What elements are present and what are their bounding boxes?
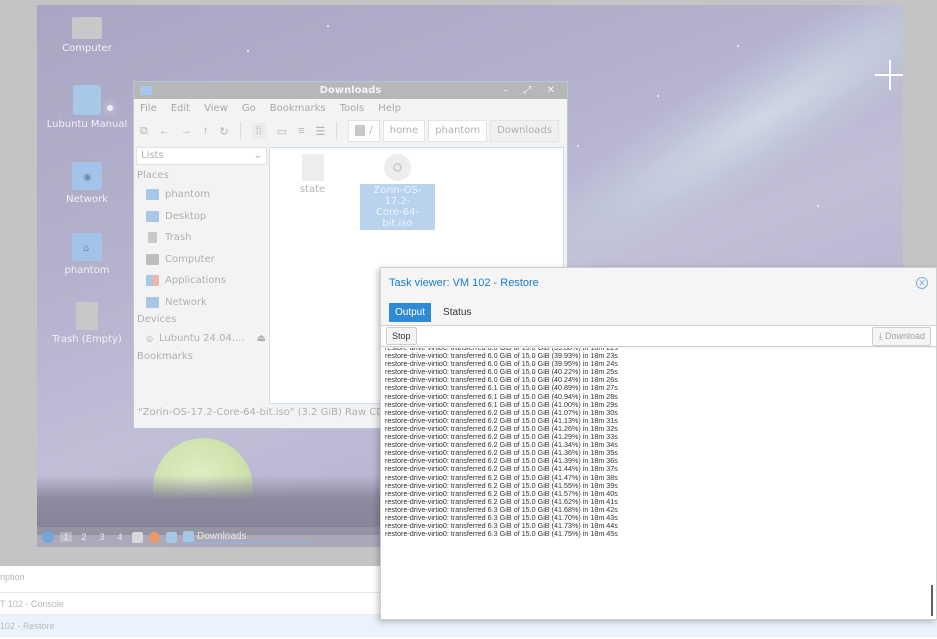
toolbar-divider (239, 122, 241, 140)
wallpaper-sparkle (875, 60, 903, 90)
workspace-3[interactable]: 3 (96, 532, 108, 542)
window-title: Downloads (319, 85, 382, 96)
sidebar-item-desktop[interactable]: Desktop (134, 206, 269, 228)
close-icon[interactable]: ✕ (916, 277, 928, 289)
stop-button[interactable]: Stop (386, 327, 417, 345)
close-button[interactable]: ✕ (547, 85, 561, 96)
applications-grid-icon (146, 275, 159, 287)
folder-icon (140, 86, 152, 95)
bookmarks-heading: Bookmarks (137, 350, 193, 362)
file-manager-titlebar[interactable]: Downloads – ⤢ ✕ (134, 82, 567, 99)
dialog-header: Task viewer: VM 102 - Restore ✕ (381, 268, 936, 298)
menu-file[interactable]: File (140, 103, 157, 114)
log-line: restore-drive-virtio0: transferred 6.3 G… (385, 529, 618, 539)
folder-icon (183, 530, 194, 542)
network-folder-icon: ◉ (72, 162, 102, 190)
back-arrow-icon[interactable]: ← (159, 125, 170, 137)
desktop-icon (146, 210, 159, 222)
sidebar-item-network[interactable]: Network (134, 292, 269, 314)
detail-view-icon[interactable]: ☰ (316, 125, 326, 138)
menu-view[interactable]: View (204, 103, 228, 114)
sidebar-item-lubuntu-device[interactable]: ◎ Lubuntu 24.04.... ⏏ (134, 328, 269, 350)
breadcrumb: / home phantom Downloads (348, 120, 559, 142)
breadcrumb-root[interactable]: / (348, 120, 380, 142)
computer-icon (72, 17, 102, 39)
trash-icon (76, 302, 98, 330)
menu-edit[interactable]: Edit (171, 103, 190, 114)
menu-go[interactable]: Go (242, 103, 256, 114)
workspace-1[interactable]: 1 (60, 532, 72, 542)
desktop-icon-phantom[interactable]: ⌂ phantom (42, 233, 132, 276)
home-folder-icon: ⌂ (72, 233, 102, 261)
disc-icon: ◎ (146, 334, 153, 344)
file-manager-launcher-icon[interactable] (132, 531, 143, 543)
menu-tools[interactable]: Tools (340, 103, 365, 114)
firefox-icon[interactable] (149, 531, 160, 543)
dialog-title: Task viewer: VM 102 - Restore (389, 277, 539, 289)
menu-bookmarks[interactable]: Bookmarks (270, 103, 326, 114)
show-desktop-icon[interactable] (166, 531, 177, 543)
tab-output[interactable]: Output (389, 303, 432, 322)
desktop-icon-trash[interactable]: Trash (Empty) (42, 302, 132, 345)
task-viewer-dialog: Task viewer: VM 102 - Restore ✕ Output S… (380, 267, 937, 620)
dialog-toolbar: Stop ⤓ Download (381, 325, 936, 347)
thumbnail-view-icon[interactable]: ▭ (277, 125, 287, 138)
lubuntu-menu-icon[interactable] (42, 531, 54, 543)
breadcrumb-downloads[interactable]: Downloads (490, 120, 559, 142)
compact-view-icon[interactable]: ≡ (298, 125, 304, 137)
disc-image-icon (384, 154, 411, 181)
workspace-4[interactable]: 4 (114, 532, 126, 542)
toolbar-divider (336, 122, 338, 140)
breadcrumb-phantom[interactable]: phantom (428, 120, 488, 142)
tab-status[interactable]: Status (437, 303, 477, 322)
file-item-zorin-iso[interactable]: Zorin-OS-17.2- Core-64-bit.iso (360, 148, 435, 230)
maximize-button[interactable]: ⤢ (523, 85, 537, 96)
drive-icon (355, 124, 366, 136)
manual-book-icon (73, 85, 101, 115)
workspace-2[interactable]: 2 (78, 532, 90, 542)
breadcrumb-home[interactable]: home (382, 120, 426, 142)
icon-view-icon[interactable]: ⁞⁞ (251, 123, 266, 139)
sidebar-view-select[interactable]: Lists ⌄ (136, 147, 267, 165)
menu-help[interactable]: Help (378, 103, 401, 114)
forward-arrow-icon[interactable]: → (181, 125, 192, 137)
desktop-icon-lubuntu-manual[interactable]: Lubuntu Manual (42, 85, 132, 130)
network-folder-icon (146, 296, 159, 308)
home-folder-icon (146, 189, 159, 201)
minimize-button[interactable]: – (503, 85, 514, 96)
sidebar-item-phantom[interactable]: phantom (134, 184, 269, 206)
sidebar: Lists ⌄ Places phantom Desktop Trash Comp… (134, 147, 269, 404)
download-button[interactable]: ⤓ Download (872, 326, 931, 346)
eject-icon[interactable]: ⏏ (257, 333, 266, 344)
computer-icon (146, 253, 159, 265)
sidebar-item-trash[interactable]: Trash (134, 227, 269, 249)
new-tab-icon[interactable]: ⧉ (140, 125, 148, 138)
trash-icon (148, 232, 157, 244)
chevron-down-icon: ⌄ (253, 150, 262, 161)
toolbar: ⧉ ← → ↑ ↻ ⁞⁞ ▭ ≡ ☰ / home phantom Downlo… (134, 118, 567, 144)
task-output-log[interactable]: restore-drive-virtio0: transferred 6.0 G… (381, 348, 936, 619)
desktop-icon-network[interactable]: ◉ Network (42, 162, 132, 205)
sidebar-item-applications[interactable]: Applications (134, 270, 269, 292)
log-scrollbar[interactable] (931, 585, 933, 616)
reload-icon[interactable]: ↻ (219, 125, 228, 138)
tab-bar: Output Status (381, 298, 936, 322)
text-file-icon (301, 154, 324, 181)
selected-file-label: Zorin-OS-17.2- Core-64-bit.iso (360, 184, 435, 230)
desktop-icon-computer[interactable]: Computer (42, 17, 132, 54)
devices-heading: Devices (137, 314, 177, 325)
up-arrow-icon[interactable]: ↑ (203, 125, 209, 137)
menu-bar: File Edit View Go Bookmarks Tools Help (134, 99, 567, 118)
sidebar-item-computer[interactable]: Computer (134, 249, 269, 271)
taskbar-task-downloads[interactable]: Downloads (183, 530, 313, 544)
file-item-state[interactable]: state (275, 148, 350, 195)
places-heading: Places (137, 170, 169, 181)
screen: Computer Lubuntu Manual ◉ Network ⌂ phan… (0, 0, 937, 639)
